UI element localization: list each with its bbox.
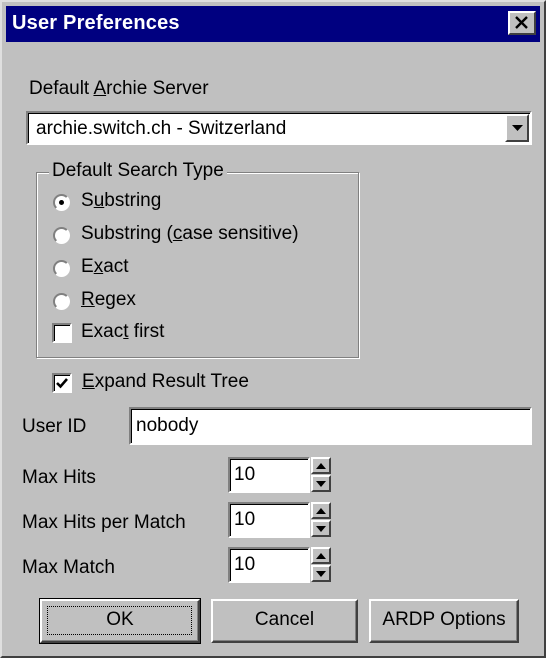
radio-regex[interactable] xyxy=(53,293,70,310)
server-select[interactable]: archie.switch.ch - Switzerland xyxy=(26,111,532,145)
arrow-down-icon xyxy=(316,571,326,577)
max-hits-field[interactable]: 10 xyxy=(228,457,310,493)
exact-first-checkbox[interactable] xyxy=(52,323,72,343)
expand-result-tree-label[interactable]: Expand Result Tree xyxy=(82,371,249,393)
server-dropdown-button[interactable] xyxy=(505,114,529,142)
server-select-value: archie.switch.ch - Switzerland xyxy=(36,118,287,139)
radio-exact[interactable] xyxy=(53,260,70,277)
max-hits-per-match-value: 10 xyxy=(234,509,256,530)
arrow-down-icon xyxy=(316,526,326,532)
arrow-up-icon xyxy=(316,463,326,469)
radio-exact-label[interactable]: Exact xyxy=(81,256,129,278)
ok-button[interactable]: OK xyxy=(39,598,201,644)
default-server-label: Default Archie Server xyxy=(29,78,209,99)
user-id-value: nobody xyxy=(136,415,199,436)
max-match-stepper[interactable] xyxy=(311,547,331,583)
arrow-up-icon xyxy=(316,508,326,514)
max-match-value: 10 xyxy=(234,554,256,575)
radio-substring[interactable] xyxy=(53,194,70,211)
close-button[interactable] xyxy=(508,11,536,35)
user-preferences-dialog: User Preferences Default Archie Server a… xyxy=(0,0,546,658)
max-hits-per-match-stepper[interactable] xyxy=(311,502,331,538)
max-hits-per-match-label: Max Hits per Match xyxy=(22,512,186,533)
max-hits-per-match-field[interactable]: 10 xyxy=(228,502,310,538)
max-hits-decrement[interactable] xyxy=(311,475,331,492)
exact-first-label[interactable]: Exact first xyxy=(81,321,164,343)
max-match-label: Max Match xyxy=(22,557,115,578)
radio-substring-label[interactable]: Substring xyxy=(81,190,161,212)
user-id-label: User ID xyxy=(22,416,87,437)
dialog-title: User Preferences xyxy=(12,12,180,34)
max-hits-stepper[interactable] xyxy=(311,457,331,493)
radio-substring-case-label[interactable]: Substring (case sensitive) xyxy=(81,223,299,245)
max-match-decrement[interactable] xyxy=(311,565,331,582)
max-hits-label: Max Hits xyxy=(22,467,96,488)
max-hits-per-match-increment[interactable] xyxy=(311,502,331,519)
max-hits-value: 10 xyxy=(234,464,256,485)
cancel-button[interactable]: Cancel xyxy=(211,599,358,643)
radio-regex-label[interactable]: Regex xyxy=(81,289,136,311)
ardp-options-button[interactable]: ARDP Options xyxy=(369,599,519,643)
expand-result-tree-checkbox[interactable] xyxy=(52,373,72,393)
search-type-group: Default Search Type Substring Substring … xyxy=(36,160,359,358)
user-id-field[interactable]: nobody xyxy=(129,407,532,445)
max-match-increment[interactable] xyxy=(311,547,331,564)
chevron-down-icon xyxy=(512,125,523,131)
max-hits-per-match-decrement[interactable] xyxy=(311,520,331,537)
checkmark-icon xyxy=(56,378,68,389)
max-match-field[interactable]: 10 xyxy=(228,547,310,583)
radio-substring-case-sensitive[interactable] xyxy=(53,227,70,244)
search-type-legend: Default Search Type xyxy=(49,160,227,182)
radio-selected-dot xyxy=(59,200,64,205)
close-icon xyxy=(515,16,528,29)
max-hits-increment[interactable] xyxy=(311,457,331,474)
arrow-up-icon xyxy=(316,553,326,559)
arrow-down-icon xyxy=(316,481,326,487)
title-bar[interactable]: User Preferences xyxy=(6,6,540,42)
